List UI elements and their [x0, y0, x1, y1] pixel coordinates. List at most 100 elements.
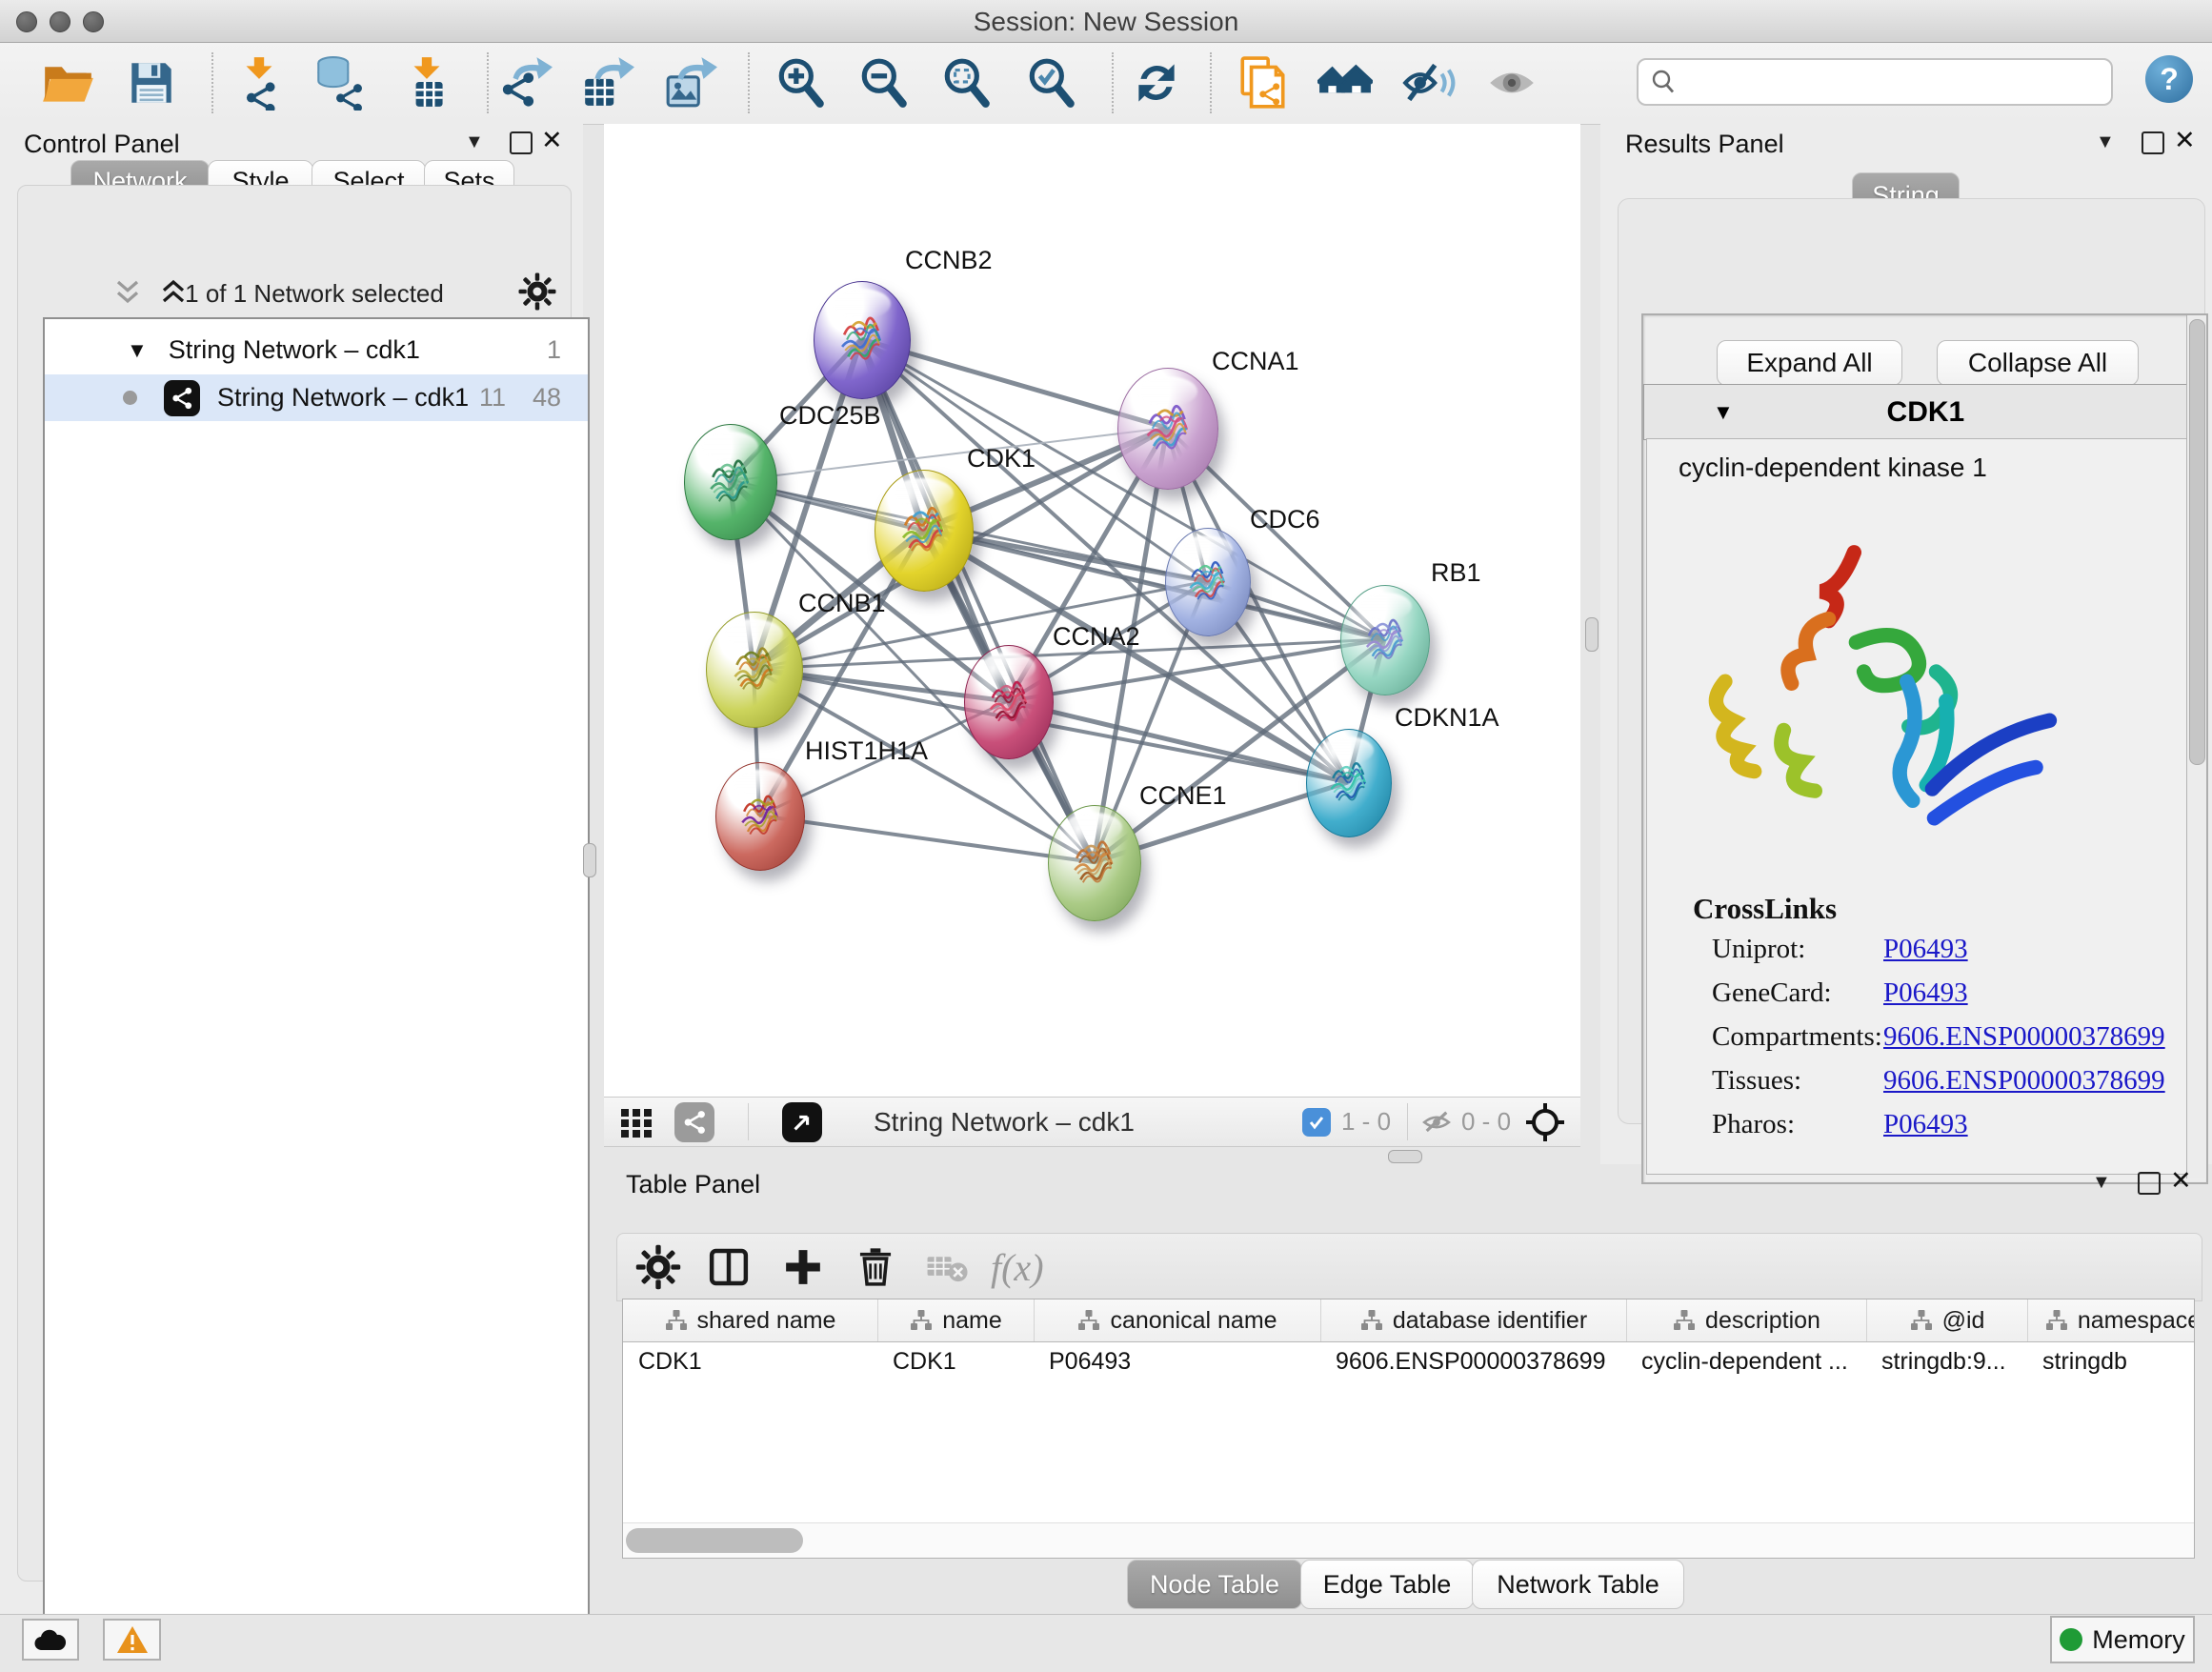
network-edge[interactable]: [1008, 701, 1348, 782]
crosslink-link[interactable]: 9606.ENSP00000378699: [1883, 1065, 2165, 1097]
import-network-icon[interactable]: [231, 55, 287, 111]
node-table[interactable]: shared namenamecanonical namedatabase id…: [622, 1299, 2195, 1559]
control-panel-float-button[interactable]: [510, 131, 533, 154]
search-input[interactable]: [1684, 67, 2111, 98]
selected-checkbox-icon: [1302, 1098, 1331, 1146]
table-options-gear-icon[interactable]: [634, 1243, 682, 1291]
table-cell[interactable]: 9606.ENSP00000378699: [1320, 1341, 1626, 1382]
show-columns-icon[interactable]: [705, 1243, 753, 1291]
network-node-hist1h1a[interactable]: [715, 762, 805, 871]
fit-selected-crosshair-icon[interactable]: [1524, 1098, 1566, 1146]
table-panel-menu-arrow-icon[interactable]: ▼: [2092, 1172, 2111, 1194]
delete-column-icon[interactable]: [852, 1243, 899, 1291]
crosslink-link[interactable]: P06493: [1883, 1109, 1968, 1140]
show-selected-icon[interactable]: [1484, 55, 1539, 111]
export-table-icon[interactable]: [580, 55, 635, 111]
table-cell[interactable]: stringdb:9...: [1866, 1341, 2027, 1382]
export-network-icon[interactable]: [498, 55, 553, 111]
crosslinks-title: CrossLinks: [1693, 892, 1837, 926]
network-collection-row[interactable]: ▼ String Network – cdk1 1: [45, 327, 588, 373]
table-horizontal-scrollbar[interactable]: [623, 1522, 2194, 1558]
zoom-selected-icon[interactable]: [1024, 55, 1079, 111]
tab-edge-table[interactable]: Edge Table: [1300, 1560, 1474, 1609]
refresh-layout-icon[interactable]: [1129, 55, 1184, 111]
grid-view-icon[interactable]: [619, 1098, 654, 1146]
results-scrollbar-thumb[interactable]: [2189, 319, 2205, 765]
column-header-namespace[interactable]: namespace: [2027, 1299, 2195, 1341]
control-panel-menu-arrow-icon[interactable]: ▼: [465, 131, 484, 153]
right-splitter-handle[interactable]: [1585, 617, 1599, 652]
zoom-in-icon[interactable]: [774, 55, 829, 111]
clone-network-icon[interactable]: [1236, 55, 1291, 111]
crosslink-link[interactable]: P06493: [1883, 934, 1968, 965]
show-all-networks-icon[interactable]: [1317, 55, 1373, 111]
table-panel-float-button[interactable]: [2138, 1172, 2161, 1195]
network-node-ccnb2[interactable]: [814, 281, 911, 399]
tab-node-table[interactable]: Node Table: [1127, 1560, 1302, 1609]
results-panel-float-button[interactable]: [2142, 131, 2164, 154]
toolbar-separator: [487, 52, 489, 113]
network-node-ccne1[interactable]: [1048, 805, 1141, 921]
left-splitter-handle[interactable]: [583, 843, 596, 877]
column-header-name[interactable]: name: [877, 1299, 1034, 1341]
results-scrollbar[interactable]: [2186, 315, 2206, 1178]
network-node-ccnb1[interactable]: [706, 612, 803, 728]
open-session-icon[interactable]: [40, 55, 95, 111]
network-edges: [604, 124, 1580, 1097]
memory-button[interactable]: Memory: [2050, 1616, 2195, 1663]
column-header--id[interactable]: @id: [1866, 1299, 2027, 1341]
zoom-out-icon[interactable]: [856, 55, 912, 111]
network-node-ccna1[interactable]: [1117, 368, 1218, 490]
network-options-gear-icon[interactable]: [517, 272, 557, 316]
results-panel-close-button[interactable]: ✕: [2174, 126, 2196, 155]
network-node-cdk1[interactable]: [875, 470, 974, 592]
table-scrollbar-thumb[interactable]: [626, 1528, 803, 1553]
network-canvas[interactable]: CCNB2CCNA1CDC25BCDK1CDC6RB1CCNB1CCNA2CDK…: [604, 124, 1580, 1097]
import-table-icon[interactable]: [399, 55, 454, 111]
birds-eye-view-icon[interactable]: [782, 1098, 822, 1146]
network-node-ccna2[interactable]: [964, 645, 1054, 759]
save-session-icon[interactable]: [124, 55, 179, 111]
cloud-services-button[interactable]: [22, 1619, 79, 1661]
zoom-fit-icon[interactable]: [939, 55, 995, 111]
memory-status-dot-icon: [2060, 1628, 2082, 1651]
table-cell[interactable]: cyclin-dependent ...: [1626, 1341, 1866, 1382]
help-button[interactable]: ?: [2145, 55, 2193, 103]
table-row[interactable]: CDK1CDK1P064939606.ENSP00000378699cyclin…: [623, 1341, 2195, 1382]
network-node-cdc25b[interactable]: [684, 424, 777, 540]
hide-selected-icon[interactable]: [1401, 55, 1457, 111]
node-label-ccnb2: CCNB2: [905, 246, 993, 275]
table-cell[interactable]: CDK1: [623, 1341, 877, 1382]
network-node-cdc6[interactable]: [1165, 528, 1251, 636]
gene-section-header[interactable]: ▼ CDK1: [1643, 384, 2204, 440]
collection-expand-arrow-icon[interactable]: ▼: [127, 338, 148, 363]
warnings-button[interactable]: [103, 1619, 161, 1661]
import-network-database-icon[interactable]: [312, 55, 367, 111]
table-cell[interactable]: stringdb: [2027, 1341, 2195, 1382]
table-cell[interactable]: CDK1: [877, 1341, 1034, 1382]
network-view-icon[interactable]: [674, 1098, 714, 1146]
network-node-rb1[interactable]: [1340, 585, 1430, 695]
expand-all-button[interactable]: Expand All: [1717, 340, 1902, 386]
collapse-all-button[interactable]: Collapse All: [1937, 340, 2139, 386]
crosslink-link[interactable]: P06493: [1883, 977, 1968, 1009]
column-header-database-identifier[interactable]: database identifier: [1320, 1299, 1626, 1341]
export-image-icon[interactable]: [663, 55, 718, 111]
tab-network-table[interactable]: Network Table: [1472, 1560, 1684, 1609]
table-cell[interactable]: P06493: [1034, 1341, 1320, 1382]
network-edge[interactable]: [861, 339, 1094, 862]
crosslink-link[interactable]: 9606.ENSP00000378699: [1883, 1021, 2165, 1053]
results-panel-menu-arrow-icon[interactable]: ▼: [2096, 131, 2115, 153]
add-column-icon[interactable]: [779, 1243, 827, 1291]
column-header-shared-name[interactable]: shared name: [623, 1299, 877, 1341]
network-edge[interactable]: [759, 816, 1094, 862]
network-search-box[interactable]: [1637, 58, 2113, 106]
network-node-cdkn1a[interactable]: [1306, 729, 1392, 837]
column-header-description[interactable]: description: [1626, 1299, 1866, 1341]
gene-section-collapse-icon[interactable]: ▼: [1713, 400, 1734, 425]
network-row[interactable]: String Network – cdk1 11 48: [45, 374, 588, 421]
column-header-canonical-name[interactable]: canonical name: [1034, 1299, 1320, 1341]
horizontal-splitter-handle[interactable]: [1388, 1150, 1422, 1163]
table-panel-close-button[interactable]: ✕: [2170, 1166, 2192, 1196]
control-panel-close-button[interactable]: ✕: [541, 126, 563, 155]
